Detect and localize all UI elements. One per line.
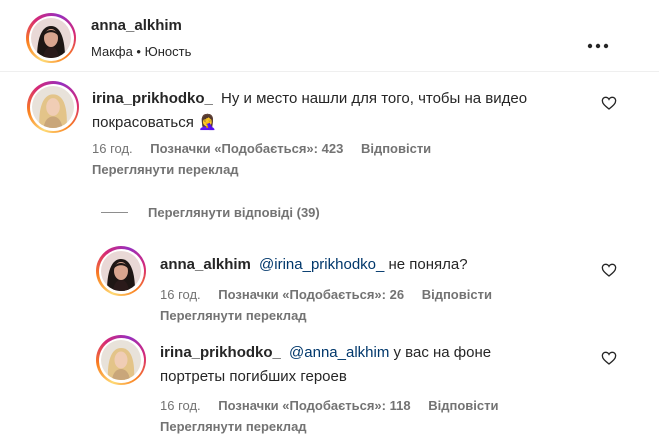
reply-body: irina_prikhodko_ @anna_alkhim у вас на ф… bbox=[160, 341, 590, 389]
reply-likes[interactable]: Позначки «Подобається»: 118 bbox=[218, 398, 410, 413]
reply-text: у вас на фоне bbox=[393, 344, 492, 361]
heart-outline-icon[interactable] bbox=[601, 350, 617, 366]
reply-translate-link[interactable]: Переглянути переклад bbox=[160, 308, 307, 323]
replies-line bbox=[101, 212, 128, 213]
avatar-dark-image bbox=[101, 251, 141, 291]
reply-reply-button[interactable]: Відповісти bbox=[428, 398, 498, 413]
view-replies-button[interactable]: Переглянути відповіді (39) bbox=[148, 205, 320, 220]
comment-translate-link[interactable]: Переглянути переклад bbox=[92, 162, 239, 177]
reply-text: не поняла? bbox=[388, 256, 468, 273]
comment-text: Ну и место нашли для того, чтобы на виде… bbox=[221, 90, 528, 107]
reply-username[interactable]: anna_alkhim bbox=[160, 256, 251, 273]
reply-avatar[interactable] bbox=[96, 335, 146, 385]
facepalm-emoji: 🤦‍♀️ bbox=[198, 114, 217, 131]
avatar-blonde-image bbox=[32, 86, 74, 128]
reply-mention[interactable]: @irina_prikhodko_ bbox=[259, 256, 384, 273]
post-subtitle[interactable]: Макфа • Юность bbox=[91, 44, 191, 59]
post-author-avatar[interactable] bbox=[26, 13, 76, 63]
reply-reply-button[interactable]: Відповісти bbox=[422, 287, 492, 302]
avatar-blonde-image bbox=[101, 340, 141, 380]
reply-time[interactable]: 16 год. bbox=[160, 398, 201, 413]
reply-meta: 16 год. Позначки «Подобається»: 26 Відпо… bbox=[160, 287, 492, 302]
more-horizontal-icon[interactable] bbox=[586, 36, 610, 49]
reply-avatar[interactable] bbox=[96, 246, 146, 296]
reply-time[interactable]: 16 год. bbox=[160, 287, 201, 302]
reply-mention[interactable]: @anna_alkhim bbox=[289, 344, 389, 361]
comment-text-line2: покрасоваться bbox=[92, 114, 194, 131]
post-author-username[interactable]: anna_alkhim bbox=[91, 17, 182, 34]
comment-time[interactable]: 16 год. bbox=[92, 141, 133, 156]
comment-avatar[interactable] bbox=[27, 81, 79, 133]
comment-reply-button[interactable]: Відповісти bbox=[361, 141, 431, 156]
reply-username[interactable]: irina_prikhodko_ bbox=[160, 344, 281, 361]
heart-outline-icon[interactable] bbox=[601, 95, 617, 111]
heart-outline-icon[interactable] bbox=[601, 262, 617, 278]
comment-likes[interactable]: Позначки «Подобається»: 423 bbox=[150, 141, 343, 156]
avatar-dark-image bbox=[31, 18, 71, 58]
reply-meta: 16 год. Позначки «Подобається»: 118 Відп… bbox=[160, 398, 498, 413]
comment-body: irina_prikhodko_ Ну и место нашли для то… bbox=[92, 87, 592, 135]
comment-username[interactable]: irina_prikhodko_ bbox=[92, 90, 213, 107]
reply-body: anna_alkhim @irina_prikhodko_ не поняла? bbox=[160, 253, 590, 277]
comment-meta: 16 год. Позначки «Подобається»: 423 Відп… bbox=[92, 141, 431, 156]
reply-likes[interactable]: Позначки «Подобається»: 26 bbox=[218, 287, 404, 302]
header-divider bbox=[0, 71, 659, 72]
reply-text-line2: портреты погибших героев bbox=[160, 368, 347, 385]
reply-translate-link[interactable]: Переглянути переклад bbox=[160, 419, 307, 434]
